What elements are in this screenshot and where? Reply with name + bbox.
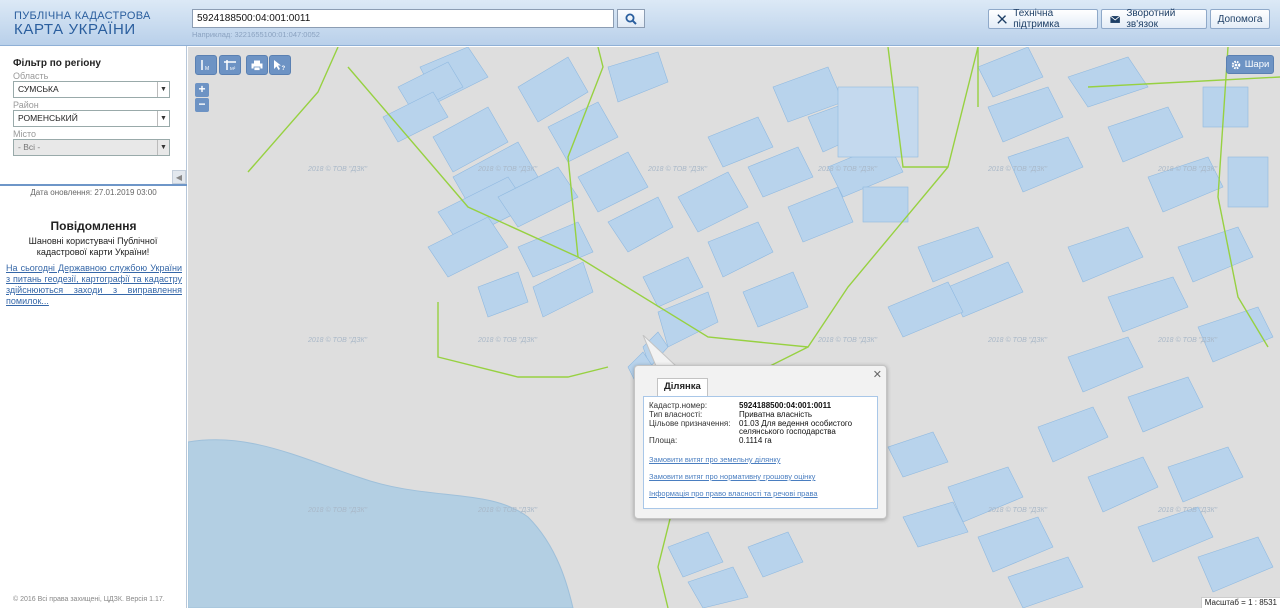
- watermark: 2018 © ТОВ "ДЗК": [478, 337, 538, 344]
- row-value: 0.1114 га: [739, 436, 772, 445]
- watermark: 2018 © ТОВ "ДЗК": [478, 166, 538, 173]
- row-value: 01.03 Для ведення особистого селянського…: [739, 419, 853, 436]
- region-value: СУМСЬКА: [18, 84, 59, 94]
- filter-title: Фільтр по регіону: [13, 58, 101, 69]
- printer-icon: [251, 60, 263, 71]
- search-input[interactable]: [192, 9, 614, 28]
- popup-body: Кадастр.номер: 5924188500:04:001:0011 Ти…: [643, 396, 878, 509]
- watermark: 2018 © ТОВ "ДЗК": [818, 166, 878, 173]
- map-canvas[interactable]: 2018 © ТОВ "ДЗК" 2018 © ТОВ "ДЗК" 2018 ©…: [188, 47, 1280, 608]
- update-date: Дата оновлення: 27.01.2019 03:00: [30, 188, 157, 197]
- support-label: Технічна підтримка: [1013, 8, 1060, 30]
- feedback-label: Зворотний зв'язок: [1126, 8, 1176, 30]
- logo-line2: КАРТА УКРАЇНИ: [14, 21, 136, 38]
- sidebar: Фільтр по регіону Область СУМСЬКА ▼ Райо…: [0, 46, 187, 608]
- watermark: 2018 © ТОВ "ДЗК": [818, 337, 878, 344]
- layers-button[interactable]: Шари: [1226, 55, 1274, 74]
- measure-length-button[interactable]: M: [195, 55, 217, 75]
- tools-icon: [997, 14, 1007, 24]
- city-label: Місто: [13, 129, 37, 139]
- collapse-sidebar-button[interactable]: ◀: [172, 170, 186, 184]
- row-key: Цільове призначення:: [649, 419, 731, 428]
- header: ПУБЛІЧНА КАДАСТРОВА КАРТА УКРАЇНИ Наприк…: [0, 0, 1280, 46]
- search-icon: [625, 13, 637, 25]
- watermark: 2018 © ТОВ "ДЗК": [308, 337, 368, 344]
- region-filter: Фільтр по регіону Область СУМСЬКА ▼ Райо…: [0, 46, 186, 186]
- measure-area-button[interactable]: M²: [219, 55, 241, 75]
- ruler-icon: M: [201, 60, 209, 71]
- parcel-popup: ✕ Ділянка Кадастр.номер: 5924188500:04:0…: [634, 365, 887, 519]
- notice-link[interactable]: На сьогодні Державною службою України з …: [6, 263, 182, 307]
- city-value: - Всі -: [18, 142, 41, 152]
- area-icon: M²: [224, 60, 236, 71]
- region-select[interactable]: СУМСЬКА ▼: [13, 81, 170, 98]
- region-label: Область: [13, 71, 49, 81]
- watermark: 2018 © ТОВ "ДЗК": [1158, 337, 1218, 344]
- feedback-button[interactable]: Зворотний зв'язок: [1101, 8, 1207, 30]
- copyright: © 2016 Всі права захищені, ЦДЗК. Версія …: [13, 596, 165, 603]
- envelope-icon: [1110, 15, 1121, 23]
- gear-icon: [1231, 60, 1241, 69]
- chevron-down-icon: ▼: [157, 140, 169, 155]
- popup-pointer: [642, 335, 678, 367]
- search-example: Наприклад: 3221655100:01:047:0052: [192, 30, 320, 39]
- close-icon[interactable]: ✕: [873, 368, 882, 381]
- pointer-question-icon: ?: [274, 60, 286, 71]
- watermark: 2018 © ТОВ "ДЗК": [988, 507, 1048, 514]
- ownership-info-link[interactable]: Інформація про право власності та речові…: [649, 489, 818, 498]
- layers-label: Шари: [1244, 59, 1270, 70]
- watermark: 2018 © ТОВ "ДЗК": [988, 337, 1048, 344]
- search-bar: [192, 9, 645, 28]
- city-select[interactable]: - Всі - ▼: [13, 139, 170, 156]
- district-label: Район: [13, 100, 39, 110]
- notice-text: Шановні користувачі Публічної кадастрово…: [28, 236, 158, 257]
- district-select[interactable]: РОМЕНСЬКИЙ ▼: [13, 110, 170, 127]
- help-button[interactable]: Допомога: [1210, 9, 1270, 29]
- notice-title: Повідомлення: [50, 219, 137, 233]
- watermark: 2018 © ТОВ "ДЗК": [648, 166, 708, 173]
- svg-text:M²: M²: [230, 66, 236, 71]
- scale-indicator: Масштаб = 1 : 8531: [1200, 597, 1280, 608]
- chevron-left-icon: ◀: [175, 172, 183, 182]
- row-key: Тип власності:: [649, 410, 703, 419]
- water-area: [188, 439, 574, 608]
- watermark: 2018 © ТОВ "ДЗК": [988, 166, 1048, 173]
- tab-parcel[interactable]: Ділянка: [657, 378, 708, 397]
- print-button[interactable]: [246, 55, 268, 75]
- chevron-down-icon: ▼: [157, 82, 169, 97]
- svg-text:?: ?: [282, 66, 286, 71]
- map-layer: [188, 47, 1280, 608]
- zoom-out-button[interactable]: −: [195, 98, 209, 112]
- watermark: 2018 © ТОВ "ДЗК": [1158, 166, 1218, 173]
- filter-divider: [0, 170, 187, 186]
- logo[interactable]: ПУБЛІЧНА КАДАСТРОВА КАРТА УКРАЇНИ: [14, 11, 151, 38]
- chevron-down-icon: ▼: [157, 111, 169, 126]
- row-value: Приватна власність: [739, 410, 813, 419]
- zoom-in-button[interactable]: +: [195, 83, 209, 97]
- district-value: РОМЕНСЬКИЙ: [18, 113, 78, 123]
- svg-text:M: M: [205, 66, 209, 71]
- support-button[interactable]: Технічна підтримка: [988, 8, 1098, 30]
- watermark: 2018 © ТОВ "ДЗК": [308, 166, 368, 173]
- watermark: 2018 © ТОВ "ДЗК": [308, 507, 368, 514]
- row-value: 5924188500:04:001:0011: [739, 401, 832, 410]
- row-key: Площа:: [649, 436, 678, 445]
- order-extract-link[interactable]: Замовити витяг про земельну ділянку: [649, 455, 781, 464]
- order-valuation-link[interactable]: Замовити витяг про нормативну грошову оц…: [649, 472, 815, 481]
- identify-button[interactable]: ?: [269, 55, 291, 75]
- watermark: 2018 © ТОВ "ДЗК": [1158, 507, 1218, 514]
- search-button[interactable]: [617, 9, 645, 28]
- row-key: Кадастр.номер:: [649, 401, 708, 410]
- watermark: 2018 © ТОВ "ДЗК": [478, 507, 538, 514]
